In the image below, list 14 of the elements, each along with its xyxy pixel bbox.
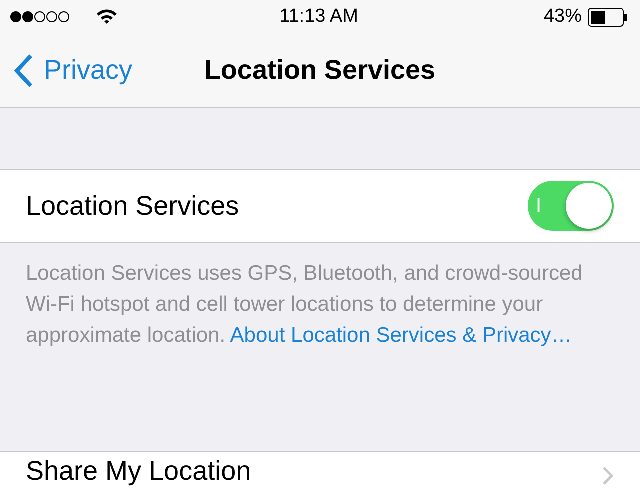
row-label: Location Services bbox=[26, 190, 240, 222]
back-chevron-icon bbox=[14, 54, 34, 88]
wifi-icon bbox=[96, 9, 118, 25]
nav-title: Location Services bbox=[204, 55, 436, 85]
footer-note: Location Services uses GPS, Bluetooth, and crowd-sourced Wi-Fi hotspot and cell tower locations to determine your approximate location. About Location Services & Privacy… bbox=[26, 261, 584, 349]
signal-icon bbox=[10, 9, 72, 25]
chevron-icon bbox=[602, 466, 614, 486]
toggle-switch[interactable]: I bbox=[528, 181, 614, 231]
battery-percent: 43% bbox=[544, 6, 582, 28]
back-button[interactable]: Privacy bbox=[14, 54, 133, 88]
battery-icon bbox=[588, 8, 628, 26]
row-label: Share My Location bbox=[26, 456, 252, 487]
about-link[interactable]: About Location Services & Privacy… bbox=[230, 324, 572, 347]
status-time: 11:13 AM bbox=[280, 6, 358, 28]
